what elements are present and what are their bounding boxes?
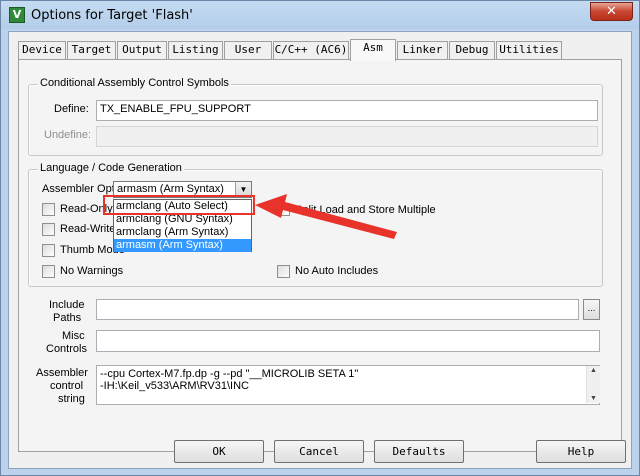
tab-output[interactable]: Output — [117, 41, 167, 59]
tab-target[interactable]: Target — [67, 41, 116, 59]
tab-utilities[interactable]: Utilities — [496, 41, 562, 59]
window-title: Options for Target 'Flash' — [31, 8, 193, 23]
tab-linker[interactable]: Linker — [397, 41, 448, 59]
split-load-checkbox[interactable] — [277, 203, 290, 216]
no-auto-includes-checkbox[interactable] — [277, 265, 290, 278]
undefine-input — [96, 126, 598, 147]
thumb-mode-checkbox[interactable] — [42, 244, 55, 257]
cancel-button[interactable]: Cancel — [274, 440, 364, 463]
misc-controls-input[interactable] — [96, 330, 600, 352]
options-dialog: V Options for Target 'Flash' ✕ Device Ta… — [0, 0, 640, 476]
scroll-up-icon[interactable]: ▲ — [590, 367, 597, 374]
dropdown-option[interactable]: armclang (Arm Syntax) — [114, 226, 251, 239]
tab-debug[interactable]: Debug — [449, 41, 495, 59]
split-load-label: Split Load and Store Multiple — [295, 204, 436, 216]
no-auto-includes-label: No Auto Includes — [295, 265, 379, 277]
help-button[interactable]: Help — [536, 440, 626, 463]
dialog-body: Device Target Output Listing User C/C++ … — [8, 31, 632, 469]
ok-button[interactable]: OK — [174, 440, 264, 463]
tab-device[interactable]: Device — [18, 41, 66, 59]
asm-control-label-line2: control — [50, 380, 84, 392]
defaults-button[interactable]: Defaults — [374, 440, 464, 463]
assembler-option-value: armasm (Arm Syntax) — [117, 183, 224, 195]
tab-listing[interactable]: Listing — [168, 41, 223, 59]
close-icon: ✕ — [606, 4, 617, 19]
include-paths-input[interactable] — [96, 299, 579, 320]
read-write-checkbox[interactable] — [42, 223, 55, 236]
group-title: Language / Code Generation — [38, 162, 184, 174]
control-string-line: -IH:\Keil_v533\ARM\RV31\INC — [100, 380, 249, 392]
undefine-label: Undefine: — [44, 129, 92, 141]
no-warnings-label: No Warnings — [60, 265, 124, 277]
title-bar[interactable]: V Options for Target 'Flash' ✕ — [1, 1, 639, 31]
asm-control-label-line1: Assembler — [36, 367, 88, 379]
tab-user[interactable]: User — [224, 41, 272, 59]
close-button[interactable]: ✕ — [590, 2, 633, 21]
assembler-control-string: --cpu Cortex-M7.fp.dp -g --pd "__MICROLI… — [96, 365, 600, 405]
define-input[interactable]: TX_ENABLE_FPU_SUPPORT — [96, 100, 598, 121]
tab-asm[interactable]: Asm — [350, 39, 396, 61]
misc-label-line1: Misc — [62, 330, 85, 342]
define-label: Define: — [54, 103, 89, 115]
tab-cpp[interactable]: C/C++ (AC6) — [273, 41, 349, 59]
include-label-line2: Paths — [53, 312, 82, 324]
asm-control-label-line3: string — [58, 393, 85, 405]
control-string-line: --cpu Cortex-M7.fp.dp -g --pd "__MICROLI… — [100, 368, 359, 380]
annotation-highlight-box — [103, 195, 255, 215]
read-only-checkbox[interactable] — [42, 203, 55, 216]
group-title: Conditional Assembly Control Symbols — [38, 77, 231, 89]
app-icon: V — [9, 7, 25, 23]
browse-icon: ... — [587, 303, 596, 313]
misc-label-line2: Controls — [46, 343, 87, 355]
browse-button[interactable]: ... — [583, 299, 600, 320]
dropdown-option-selected[interactable]: armasm (Arm Syntax) — [114, 239, 251, 252]
include-label-line1: Include — [49, 299, 85, 311]
control-string-scrollbar[interactable]: ▲ ▼ — [586, 366, 600, 403]
scroll-down-icon[interactable]: ▼ — [590, 395, 597, 402]
no-warnings-checkbox[interactable] — [42, 265, 55, 278]
